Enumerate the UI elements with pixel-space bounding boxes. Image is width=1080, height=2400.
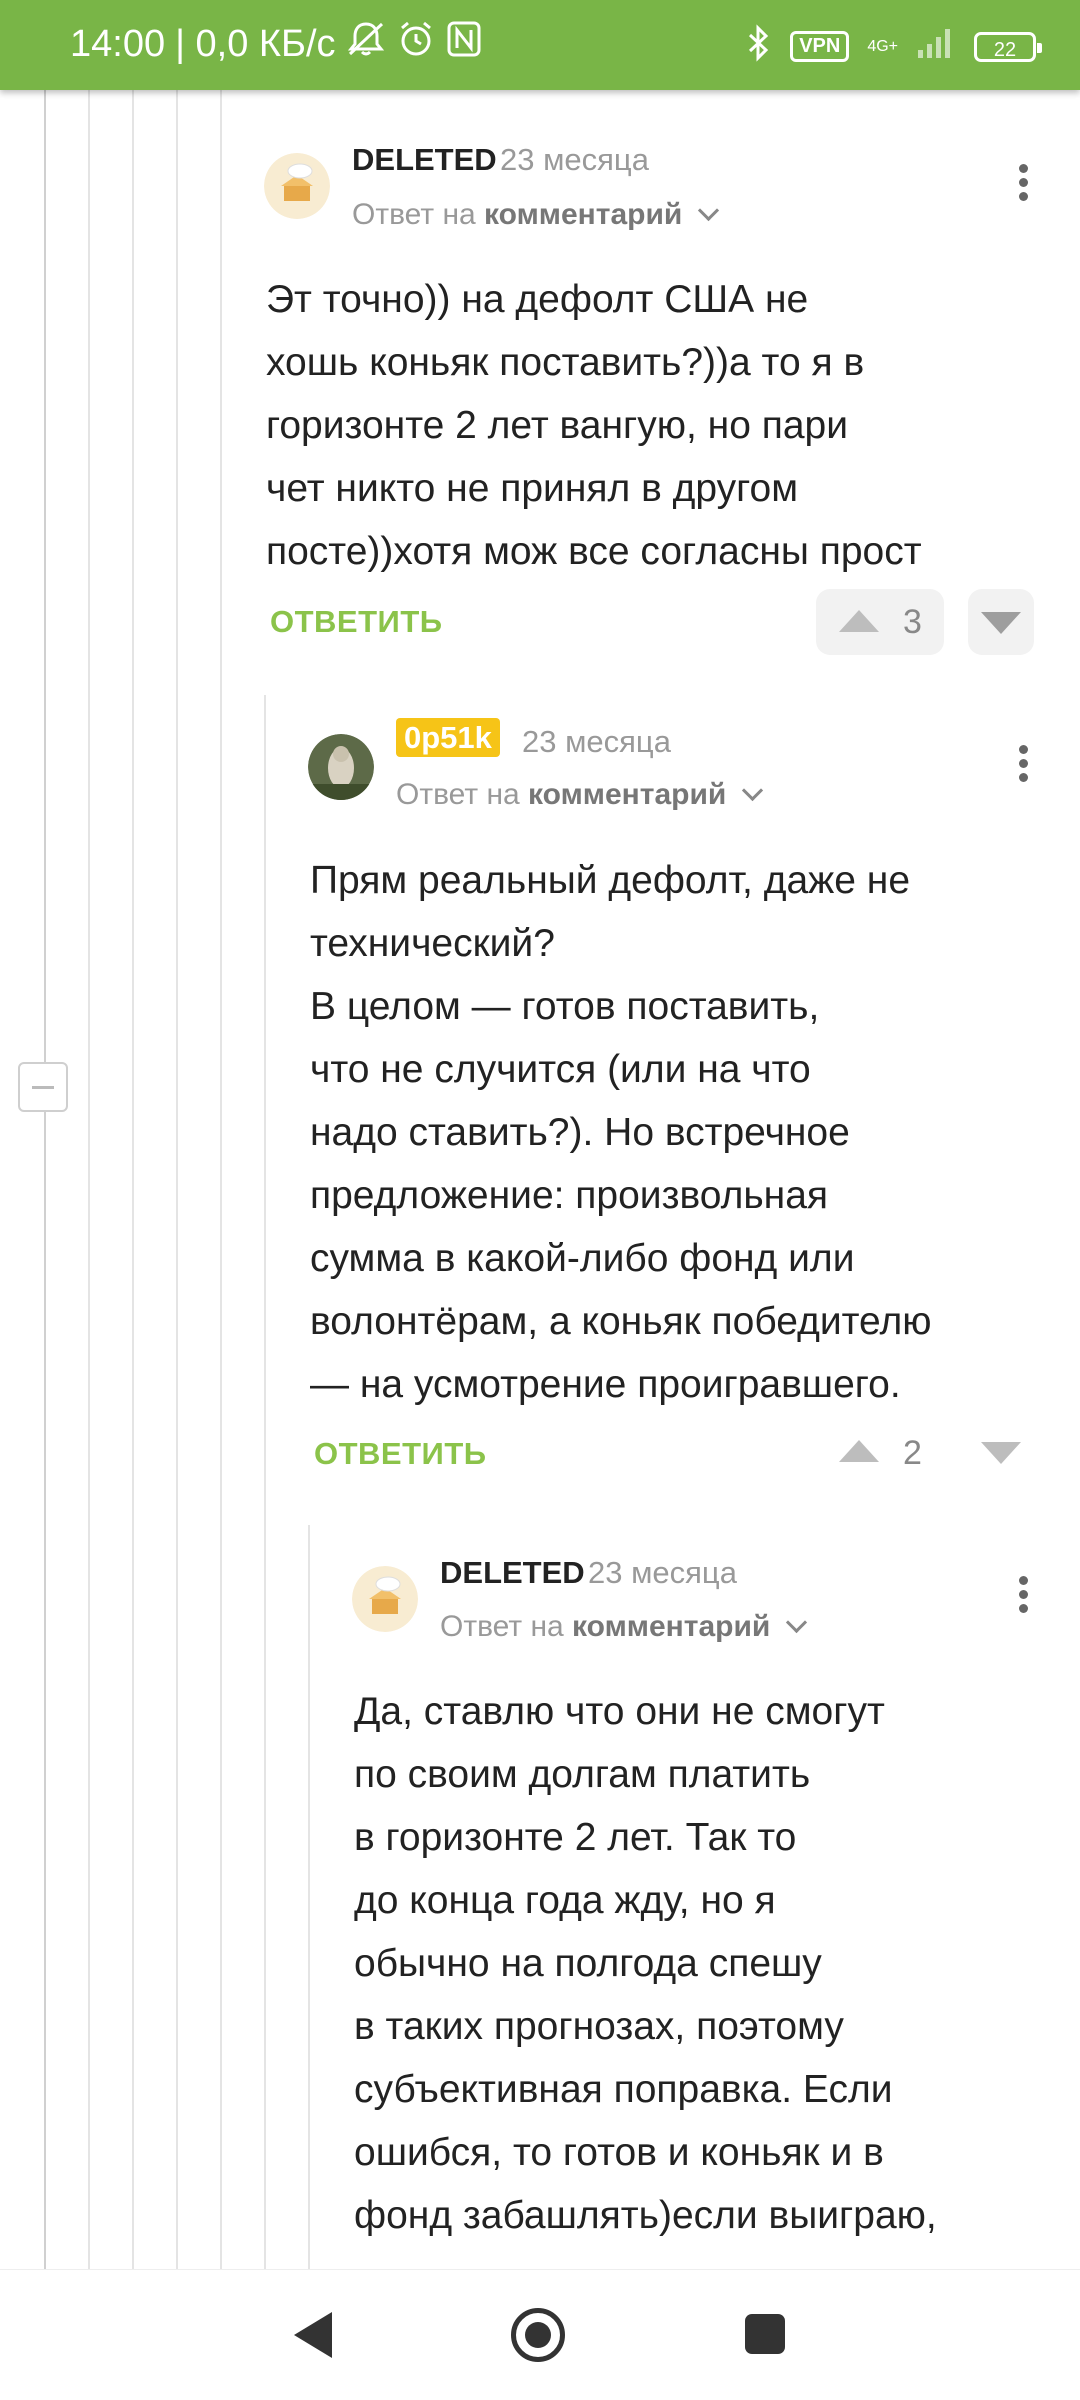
comment-line: до конца года жду, но я xyxy=(354,1879,776,1922)
reply-to-link[interactable]: комментарий xyxy=(572,1610,770,1643)
vote-score: 2 xyxy=(903,1434,922,1472)
nfc-icon xyxy=(446,20,482,68)
comment-line: посте))хотя мож все согласны прост xyxy=(266,530,922,573)
chevron-down-icon[interactable] xyxy=(785,1611,807,1634)
comment-line: Прям реальный дефолт, даже не xyxy=(310,859,911,902)
comment-time: 23 месяца xyxy=(588,1555,737,1590)
comment-body: Прям реальный дефолт, даже не технически… xyxy=(310,849,931,1416)
battery-indicator: 22 xyxy=(974,31,1042,62)
collapse-thread-button[interactable] xyxy=(18,1062,68,1112)
comment-line: горизонте 2 лет вангую, но пари xyxy=(266,404,849,447)
vote-score: 3 xyxy=(903,603,922,641)
reply-to-link[interactable]: комментарий xyxy=(484,198,682,231)
comment-line: технический? xyxy=(310,922,555,965)
comment-line: чет никто не принял в другом xyxy=(266,467,799,510)
comment-author[interactable]: DELETED xyxy=(352,142,497,178)
comment-body: Да, ставлю что они не смогут по своим до… xyxy=(354,1680,937,2247)
thread-line xyxy=(220,90,222,2270)
avatar[interactable] xyxy=(308,734,374,800)
home-icon[interactable] xyxy=(511,2308,565,2362)
more-options-icon[interactable] xyxy=(1016,164,1030,214)
comment-line: обычно на полгода спешу xyxy=(354,1942,822,1985)
network-type: 4G+ xyxy=(867,37,898,55)
comment-line: — на усмотрение проигравшего. xyxy=(310,1363,901,1406)
reply-to-prefix: Ответ на xyxy=(352,198,476,231)
bluetooth-icon xyxy=(744,24,772,69)
comment-time: 23 месяца xyxy=(500,142,649,177)
comment-line: в таких прогнозах, поэтому xyxy=(354,2005,844,2048)
comment-line: что не случится (или на что xyxy=(310,1048,811,1091)
comment-line: Эт точно)) на дефолт США не xyxy=(266,278,809,321)
more-options-icon[interactable] xyxy=(1016,1576,1030,1626)
vpn-indicator: VPN xyxy=(790,31,850,62)
comment-line: волонтёрам, а коньяк победителю xyxy=(310,1300,932,1343)
upvote-box xyxy=(816,589,944,655)
reply-to[interactable]: Ответ на комментарий xyxy=(440,1610,807,1644)
downvote-icon[interactable] xyxy=(981,1442,1021,1464)
thread-line xyxy=(264,695,266,2270)
thread-line xyxy=(44,90,46,2270)
reply-to[interactable]: Ответ на комментарий xyxy=(396,778,763,812)
avatar[interactable] xyxy=(352,1566,418,1632)
chevron-down-icon[interactable] xyxy=(741,779,763,802)
status-right: VPN 4G+ 22 xyxy=(744,24,1042,69)
avatar[interactable] xyxy=(264,153,330,219)
comment-line: субъективная поправка. Если xyxy=(354,2068,893,2111)
thread-line xyxy=(88,90,90,2270)
upvote-icon[interactable] xyxy=(839,610,879,632)
comment-author[interactable]: 0p51k xyxy=(396,718,500,757)
more-options-icon[interactable] xyxy=(1016,745,1030,795)
thread-line xyxy=(176,90,178,2270)
reply-to-prefix: Ответ на xyxy=(440,1610,564,1643)
reply-to-link[interactable]: комментарий xyxy=(528,778,726,811)
comment-line: В целом — готов поставить, xyxy=(310,985,820,1028)
comment-line: Да, ставлю что они не смогут xyxy=(354,1690,885,1733)
comment-line: сумма в какой-либо фонд или xyxy=(310,1237,855,1280)
comment-line: фонд забашлять)если выиграю, xyxy=(354,2194,937,2237)
comment-body: Эт точно)) на дефолт США не хошь коньяк … xyxy=(266,268,922,583)
status-bar: 14:00 | 0,0 КБ/с VPN 4G+ 22 xyxy=(0,0,1080,90)
comment-line: хошь коньяк поставить?))а то я в xyxy=(266,341,865,384)
status-network-speed: | 0,0 КБ/с xyxy=(175,22,336,65)
reply-button[interactable]: ОТВЕТИТЬ xyxy=(270,604,443,640)
comment-time: 23 месяца xyxy=(522,724,671,759)
reply-to-prefix: Ответ на xyxy=(396,778,520,811)
recent-apps-icon[interactable] xyxy=(745,2314,785,2354)
thread-line xyxy=(308,1525,310,2270)
status-time: 14:00 xyxy=(70,22,166,65)
alarm-icon xyxy=(396,20,436,68)
reply-to[interactable]: Ответ на комментарий xyxy=(352,198,719,232)
downvote-icon[interactable] xyxy=(981,612,1021,634)
back-icon[interactable] xyxy=(294,2312,332,2358)
comment-line: ошибся, то готов и коньяк и в xyxy=(354,2131,884,2174)
thread-line xyxy=(132,90,134,2270)
mute-icon xyxy=(346,20,386,68)
upvote-icon[interactable] xyxy=(839,1440,879,1462)
signal-icon xyxy=(916,26,956,67)
chevron-down-icon[interactable] xyxy=(697,199,719,222)
status-left: 14:00 | 0,0 КБ/с xyxy=(70,20,482,68)
navigation-bar xyxy=(0,2269,1080,2400)
reply-button[interactable]: ОТВЕТИТЬ xyxy=(314,1436,487,1472)
comment-line: предложение: произвольная xyxy=(310,1174,829,1217)
comment-line: надо ставить?). Но встречное xyxy=(310,1111,850,1154)
comment-author[interactable]: DELETED xyxy=(440,1555,585,1591)
comment-line: в горизонте 2 лет. Так то xyxy=(354,1816,797,1859)
author-badge[interactable]: 0p51k xyxy=(396,718,500,757)
comment-line: по своим долгам платить xyxy=(354,1753,811,1796)
